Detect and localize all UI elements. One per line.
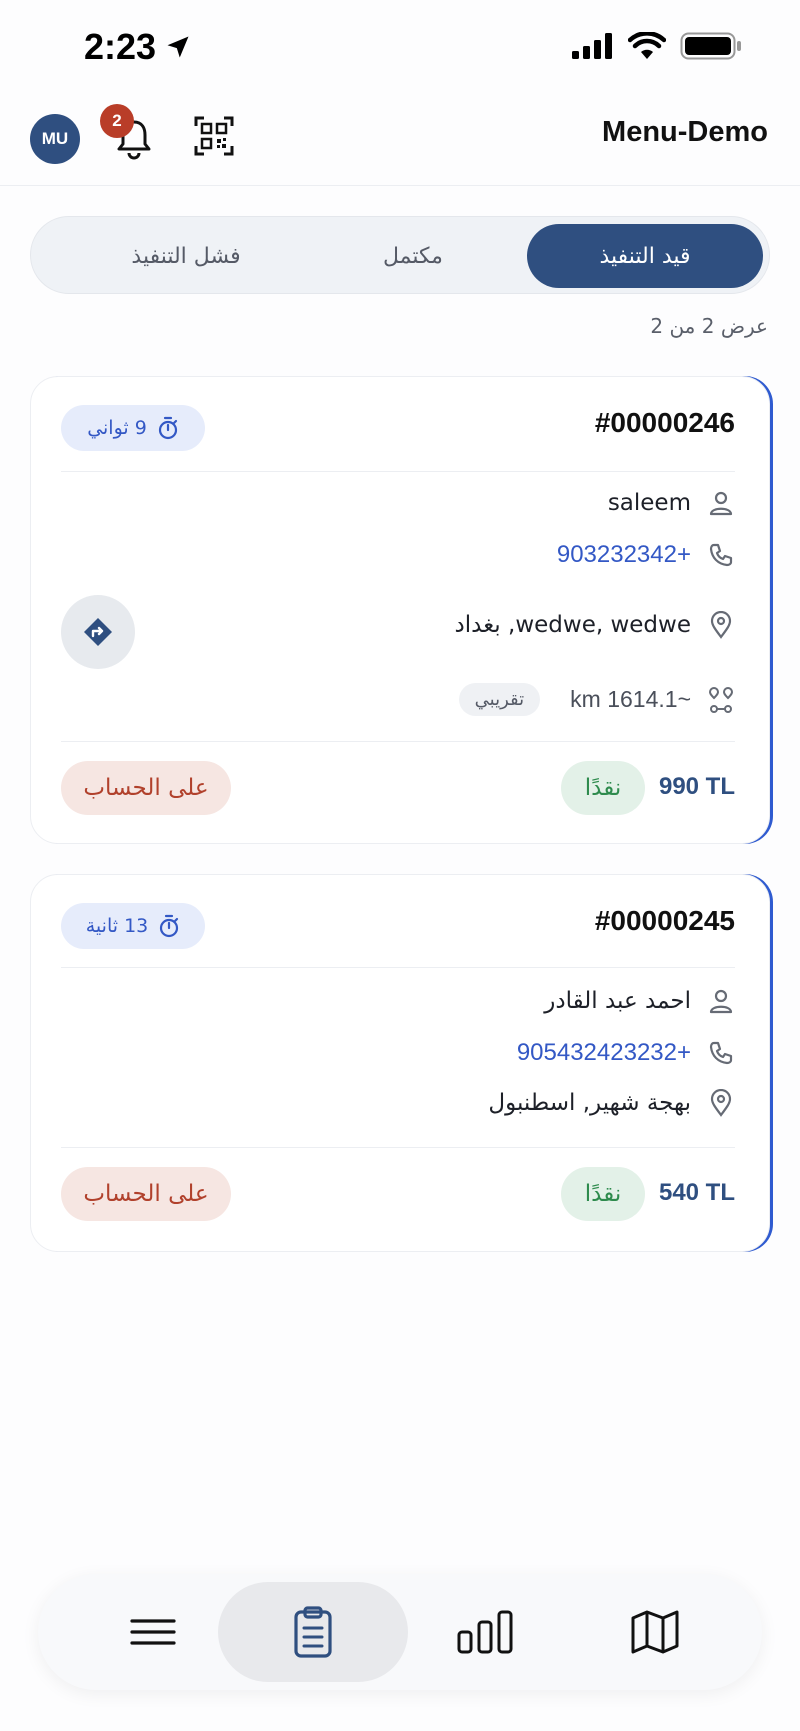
tab-failed[interactable]: فشل التنفيذ <box>71 224 301 288</box>
nav-map[interactable] <box>560 1582 750 1682</box>
payment-cash-badge: نقدًا <box>561 1167 645 1221</box>
approximate-tag: تقريبي <box>458 683 541 716</box>
customer-name: احمد عبد القادر <box>544 988 691 1014</box>
order-card[interactable]: #00000246 9 ثواني saleem +903232342 wedw… <box>30 376 770 844</box>
map-icon <box>631 1610 679 1654</box>
order-id: #00000245 <box>594 905 735 936</box>
address-row: بهجة شهير, اسطنبول <box>488 1089 735 1117</box>
payment-cash-badge: نقدًا <box>561 761 645 815</box>
customer-row: saleem <box>608 489 735 517</box>
battery-icon <box>680 32 741 60</box>
phone-row[interactable]: +905432423232 <box>517 1039 735 1067</box>
card-divider <box>61 1147 735 1148</box>
app-title: Menu-Demo <box>602 116 768 148</box>
distance-row: ~1614.1 km تقريبي <box>458 683 735 716</box>
timer-text: 13 ثانية <box>85 915 149 937</box>
card-divider <box>61 967 735 968</box>
avatar[interactable]: MU <box>30 114 80 164</box>
distance-value: ~1614.1 km <box>570 686 691 712</box>
customer-address: wedwe, wedwe, بغداد <box>454 612 692 638</box>
location-pin-icon <box>707 1089 735 1117</box>
card-divider <box>61 471 735 472</box>
stats-icon <box>457 1610 513 1654</box>
menu-icon <box>130 1619 176 1645</box>
tab-in-progress[interactable]: قيد التنفيذ <box>527 224 763 288</box>
status-tabs: قيد التنفيذ مكتمل فشل التنفيذ <box>30 216 770 294</box>
customer-name: saleem <box>607 490 691 516</box>
phone-icon <box>707 1039 735 1067</box>
status-bar: 2:23 <box>0 0 800 96</box>
location-arrow-icon <box>167 36 189 58</box>
card-divider <box>61 741 735 742</box>
stopwatch-icon <box>160 914 179 938</box>
customer-row: احمد عبد القادر <box>544 987 735 1015</box>
location-pin-icon <box>707 611 735 639</box>
address-row: wedwe, wedwe, بغداد <box>455 611 736 639</box>
timer-badge: 9 ثواني <box>61 405 205 451</box>
customer-phone[interactable]: +905432423232 <box>517 1039 691 1067</box>
directions-icon <box>84 618 112 646</box>
customer-phone[interactable]: +903232342 <box>557 541 691 569</box>
timer-text: 9 ثواني <box>87 417 147 439</box>
signal-icon <box>572 33 612 59</box>
timer-badge: 13 ثانية <box>61 903 205 949</box>
orders-icon <box>294 1606 332 1658</box>
navigate-button[interactable] <box>61 595 135 669</box>
person-icon <box>707 489 735 517</box>
order-card[interactable]: #00000245 13 ثانية احمد عبد القادر +9054… <box>30 874 770 1252</box>
status-icons <box>572 32 742 60</box>
person-icon <box>707 987 735 1015</box>
nav-orders[interactable] <box>218 1582 408 1682</box>
status-time-text: 2:23 <box>84 26 157 67</box>
qr-code-icon <box>194 116 234 156</box>
order-price: 990 TL <box>658 773 735 800</box>
customer-address: بهجة شهير, اسطنبول <box>488 1090 691 1116</box>
route-icon <box>707 686 735 714</box>
order-price: 540 TL <box>658 1179 735 1206</box>
bottom-nav <box>38 1574 762 1690</box>
on-account-badge[interactable]: على الحساب <box>61 761 231 815</box>
on-account-badge[interactable]: على الحساب <box>61 1167 231 1221</box>
results-count: عرض 2 من 2 <box>650 314 768 338</box>
wifi-icon <box>628 32 666 59</box>
status-time: 2:23 <box>84 26 192 68</box>
stopwatch-icon <box>158 416 177 440</box>
tab-completed[interactable]: مكتمل <box>313 224 513 288</box>
notification-badge: 2 <box>100 104 134 138</box>
phone-row[interactable]: +903232342 <box>557 541 735 569</box>
qr-scan-button[interactable] <box>194 116 234 156</box>
order-id: #00000246 <box>594 407 735 438</box>
nav-stats[interactable] <box>390 1582 580 1682</box>
phone-icon <box>707 541 735 569</box>
